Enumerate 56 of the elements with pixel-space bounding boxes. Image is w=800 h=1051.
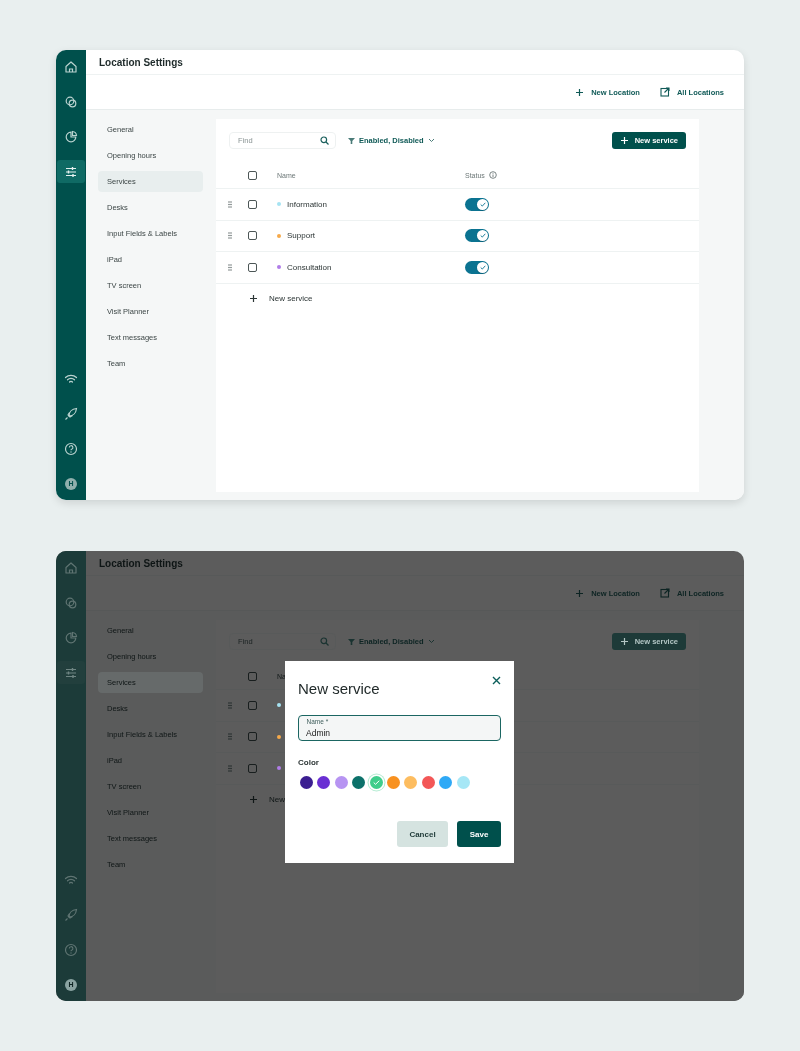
check-icon (479, 233, 486, 239)
checkbox[interactable] (248, 763, 257, 773)
chevron-down-icon (427, 138, 435, 143)
color-swatch[interactable] (334, 776, 348, 789)
service-name: Information (287, 199, 328, 209)
checkbox[interactable] (248, 262, 257, 272)
filter-icon (348, 638, 355, 645)
check-icon (372, 780, 380, 785)
sliders-icon[interactable] (57, 661, 85, 684)
plus-icon (575, 87, 585, 97)
checkbox[interactable] (248, 700, 257, 710)
status-toggle[interactable] (465, 260, 489, 274)
status-toggle[interactable] (465, 229, 489, 243)
chevron-down-icon (427, 639, 435, 644)
check-icon (479, 201, 486, 207)
color-swatch[interactable] (300, 776, 313, 789)
plus-icon (619, 136, 629, 145)
color-swatch[interactable] (421, 776, 435, 789)
color-swatch[interactable] (317, 776, 331, 789)
color-swatch[interactable] (404, 776, 418, 789)
service-name: Consultation (287, 262, 332, 272)
color-swatch[interactable] (439, 776, 453, 789)
color-label: Color (298, 758, 320, 767)
page-title: Location Settings (99, 557, 183, 569)
drag-handle-icon[interactable] (228, 232, 232, 240)
plus-icon (575, 588, 585, 598)
save-button[interactable]: Save (457, 821, 501, 847)
plus-icon (619, 637, 629, 646)
drag-handle-icon[interactable] (228, 263, 232, 271)
drag-handle-icon[interactable] (228, 200, 232, 208)
search-icon (320, 136, 329, 145)
search-icon (320, 637, 329, 646)
plus-icon (249, 294, 258, 303)
service-name: Support (287, 231, 316, 241)
color-swatch[interactable] (386, 776, 400, 789)
sliders-icon[interactable] (57, 160, 85, 183)
close-button[interactable] (492, 676, 501, 685)
checkbox[interactable] (248, 671, 257, 681)
check-icon (479, 264, 486, 270)
color-swatch[interactable] (369, 776, 383, 789)
external-link-icon (659, 87, 670, 97)
plus-icon (249, 795, 258, 804)
dialog-title: New service (298, 680, 380, 697)
checkbox[interactable] (248, 732, 257, 742)
info-icon (488, 171, 497, 179)
external-link-icon (659, 588, 670, 598)
cancel-button[interactable]: Cancel (397, 821, 448, 847)
status-toggle[interactable] (465, 197, 489, 211)
color-swatch[interactable] (456, 776, 470, 789)
checkbox[interactable] (248, 199, 257, 209)
add-service-link[interactable]: New service (249, 294, 313, 303)
page-title: Location Settings (99, 56, 183, 68)
filter-icon (348, 137, 355, 144)
checkbox[interactable] (248, 170, 257, 180)
checkbox[interactable] (248, 231, 257, 241)
color-swatch[interactable] (352, 776, 366, 789)
